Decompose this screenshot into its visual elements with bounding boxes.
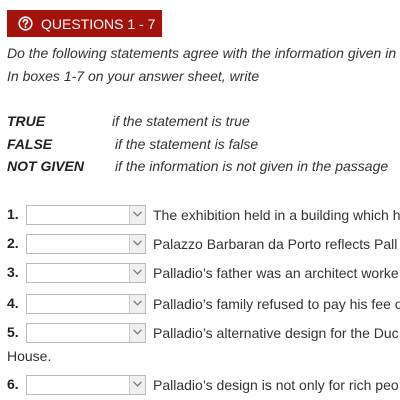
question-text-4: Palladio’s family refused to pay his fee… [153, 296, 400, 312]
chevron-down-icon [133, 381, 142, 387]
legend-desc-false: if the statement is false [115, 136, 259, 152]
question-text-6: Palladio’s design is not only for rich p… [153, 377, 399, 393]
answer-select-1[interactable] [26, 205, 146, 225]
chevron-down-icon [133, 329, 142, 335]
chevron-down-icon [133, 240, 142, 246]
question-text-2: Palazzo Barbaran da Porto reflects Pall [153, 236, 398, 252]
legend-key-true: TRUE [7, 113, 46, 129]
question-number: 1. [7, 206, 19, 222]
instruction-line-1: Do the following statements agree with t… [7, 45, 397, 61]
legend-desc-true: if the statement is true [112, 113, 250, 129]
dropdown-arrow-box [129, 295, 145, 313]
legend-key-not-given: NOT GIVEN [7, 158, 85, 174]
dropdown-arrow-box [129, 264, 145, 282]
question-text-5: Palladio’s alternative design for the Du… [153, 325, 399, 341]
page: QUESTIONS 1 - 7 Do the following stateme… [0, 0, 400, 400]
dropdown-arrow-box [129, 235, 145, 253]
legend-key-false: FALSE [7, 136, 53, 152]
chevron-down-icon [133, 269, 142, 275]
chevron-down-icon [133, 300, 142, 306]
question-text-5-continuation: House. [7, 348, 52, 364]
instruction-line-2: In boxes 1-7 on your answer sheet, write [7, 68, 260, 84]
legend-desc-not-given: if the information is not given in the p… [115, 158, 389, 174]
dropdown-arrow-box [129, 324, 145, 342]
answer-select-2[interactable] [26, 234, 146, 254]
question-text-3: Palladio’s father was an architect worke [153, 265, 399, 281]
answer-select-3[interactable] [26, 263, 146, 283]
dropdown-arrow-box [129, 376, 145, 394]
question-text-1: The exhibition held in a building which … [153, 207, 400, 223]
answer-select-6[interactable] [26, 375, 146, 395]
question-number: 6. [7, 376, 19, 392]
questions-title: QUESTIONS 1 - 7 [41, 16, 156, 32]
question-circle-icon [18, 16, 33, 31]
answer-select-4[interactable] [26, 294, 146, 314]
chevron-down-icon [133, 211, 142, 217]
dropdown-arrow-box [129, 206, 145, 224]
question-number: 3. [7, 264, 19, 280]
question-number: 2. [7, 235, 19, 251]
question-number: 5. [7, 324, 19, 340]
questions-header: QUESTIONS 1 - 7 [7, 10, 162, 37]
question-number: 4. [7, 295, 19, 311]
answer-select-5[interactable] [26, 323, 146, 343]
